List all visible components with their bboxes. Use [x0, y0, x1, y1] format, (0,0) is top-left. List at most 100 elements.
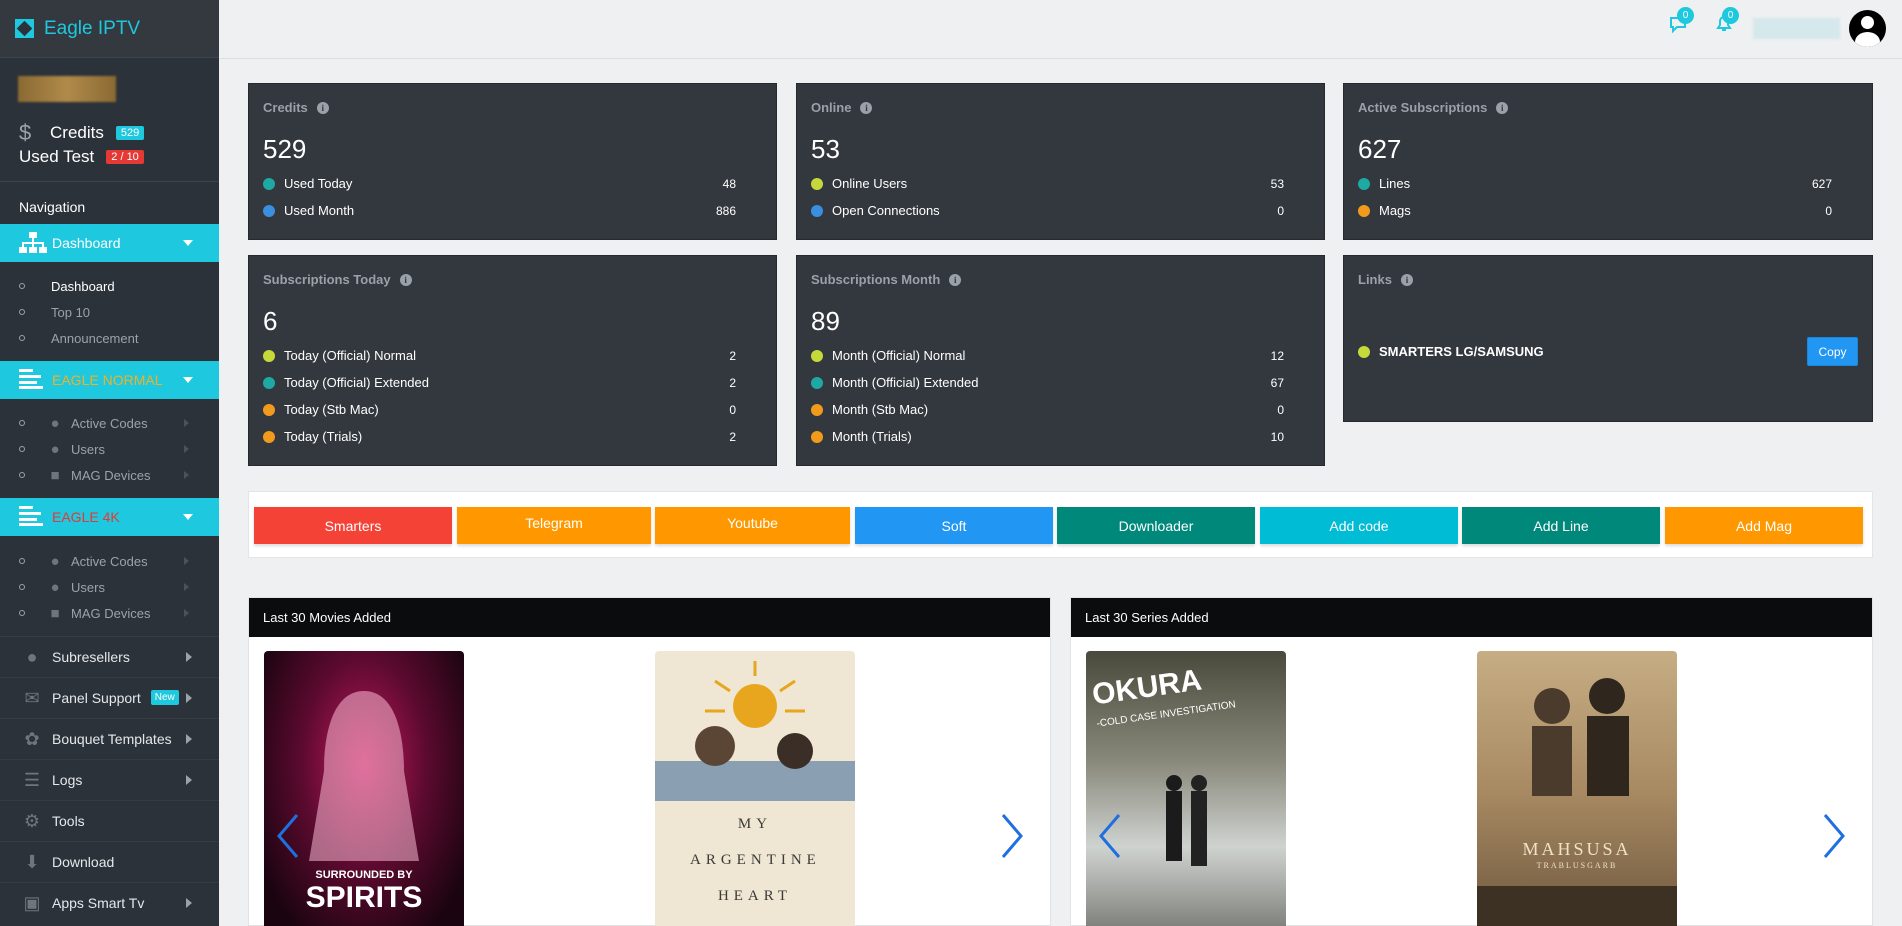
- card-subscriptions-today: Subscriptions Today i 6 Today (Official) …: [248, 255, 777, 466]
- dot-icon: [811, 349, 823, 362]
- copy-button[interactable]: Copy: [1807, 337, 1858, 366]
- bullet-icon: [19, 472, 25, 478]
- carousel-next-button[interactable]: [999, 813, 1025, 859]
- menu-logs[interactable]: ☰ Logs: [0, 759, 219, 799]
- stat-value: 53: [1270, 176, 1284, 191]
- submenu-item-announcement[interactable]: Announcement: [0, 325, 219, 351]
- notifications-button[interactable]: 0: [1714, 7, 1739, 36]
- dot-icon: [263, 177, 275, 190]
- bouquet-icon: ✿: [24, 728, 40, 749]
- caret-down-icon: [183, 377, 193, 383]
- dot-icon: [1358, 177, 1370, 190]
- bullet-icon: [19, 558, 25, 564]
- card-title-text: Subscriptions Month: [811, 272, 941, 287]
- card-title: Online i: [811, 100, 873, 115]
- menu-label: Panel Support: [52, 689, 141, 706]
- nav-section-eagle-normal[interactable]: EAGLE NORMAL: [0, 361, 219, 399]
- card-title: Subscriptions Month i: [811, 272, 962, 287]
- carousel-prev-button[interactable]: [275, 813, 301, 859]
- dot-icon: [1358, 345, 1370, 358]
- card-title-text: Online: [811, 100, 852, 115]
- movie-poster[interactable]: SURROUNDED BY SPIRITS: [264, 651, 464, 926]
- brand[interactable]: Eagle IPTV: [0, 0, 219, 58]
- submenu-label: Active Codes: [71, 415, 148, 431]
- carousel-prev-button[interactable]: [1097, 813, 1123, 859]
- nav-section-label: Dashboard: [52, 235, 121, 251]
- topbar: 0 0: [219, 0, 1902, 59]
- submenu-item-dashboard[interactable]: Dashboard: [0, 273, 219, 299]
- link-label: SMARTERS LG/SAMSUNG: [1379, 344, 1544, 359]
- menu-label: Apps Smart Tv: [52, 894, 145, 911]
- logo-icon: [15, 19, 34, 38]
- nav-section-label: EAGLE NORMAL: [52, 372, 163, 388]
- card-title-text: Subscriptions Today: [263, 272, 391, 287]
- user-avatar[interactable]: [1849, 10, 1886, 47]
- nav-section-dashboard[interactable]: Dashboard: [0, 224, 219, 262]
- align-left-icon: [19, 506, 49, 528]
- menu-tools[interactable]: ⚙ Tools: [0, 800, 219, 840]
- stat-row: Mags 0: [1358, 197, 1832, 224]
- poster-subtitle: TRABLUSGARB: [1536, 861, 1618, 870]
- nav-section-label: EAGLE 4K: [52, 509, 120, 525]
- menu-subresellers[interactable]: ● Subresellers: [0, 636, 219, 676]
- used-test-label: Used Test: [19, 147, 95, 166]
- info-icon[interactable]: i: [1496, 101, 1509, 114]
- submenu-item-mag-devices[interactable]: ■ MAG Devices: [0, 462, 219, 488]
- youtube-button[interactable]: Youtube: [655, 507, 850, 544]
- nav-section-eagle-4k[interactable]: EAGLE 4K: [0, 498, 219, 536]
- dot-icon: [811, 403, 823, 416]
- submenu-label: MAG Devices: [71, 605, 151, 621]
- movie-poster[interactable]: MY ARGENTINE HEART: [655, 651, 855, 926]
- info-icon[interactable]: i: [949, 273, 962, 286]
- user-lock-icon: ●: [50, 553, 60, 570]
- menu-apps-smart-tv[interactable]: ▣ Apps Smart Tv: [0, 882, 219, 922]
- submenu-item-users[interactable]: ● Users: [0, 574, 219, 600]
- chevron-right-icon: [186, 693, 192, 703]
- menu-bouquet-templates[interactable]: ✿ Bouquet Templates: [0, 718, 219, 758]
- dot-icon: [811, 376, 823, 389]
- downloader-button[interactable]: Downloader: [1057, 507, 1255, 544]
- movies-panel: Last 30 Movies Added SURROUNDED BY SPIRI…: [248, 597, 1051, 926]
- add-mag-button[interactable]: Add Mag: [1665, 507, 1863, 544]
- menu-panel-support[interactable]: ✉ Panel Support New: [0, 677, 219, 717]
- telegram-button[interactable]: Telegram: [457, 507, 651, 544]
- smarters-button[interactable]: Smarters: [254, 507, 452, 544]
- stat-value: 0: [1277, 203, 1284, 218]
- card-title: Credits i: [263, 100, 329, 115]
- series-poster[interactable]: MAHSUSA TRABLUSGARB: [1477, 651, 1677, 926]
- add-code-button[interactable]: Add code: [1260, 507, 1458, 544]
- user-icon: ●: [50, 579, 60, 596]
- carousel-next-button[interactable]: [1821, 813, 1847, 859]
- username-blurred[interactable]: [1753, 18, 1840, 39]
- stat-value: 2: [729, 429, 736, 444]
- soft-button[interactable]: Soft: [855, 507, 1053, 544]
- card-title-text: Links: [1358, 272, 1392, 287]
- submenu-item-top10[interactable]: Top 10: [0, 299, 219, 325]
- poster-title: SPIRITS: [305, 881, 423, 914]
- messages-count: 0: [1677, 7, 1694, 24]
- new-badge: New: [150, 690, 179, 705]
- info-icon[interactable]: i: [399, 273, 412, 286]
- used-test-badge: 2 / 10: [106, 150, 144, 164]
- dot-icon: [263, 349, 275, 362]
- submenu-item-mag-devices[interactable]: ■ MAG Devices: [0, 600, 219, 626]
- info-icon[interactable]: i: [860, 101, 873, 114]
- info-icon[interactable]: i: [316, 101, 329, 114]
- card-value: 53: [811, 134, 840, 164]
- submenu-item-active-codes[interactable]: ● Active Codes: [0, 410, 219, 436]
- download-icon: ⬇: [24, 851, 40, 872]
- messages-button[interactable]: 0: [1669, 7, 1694, 36]
- info-icon[interactable]: i: [1400, 273, 1413, 286]
- device-icon: ■: [50, 467, 60, 484]
- card-value: 529: [263, 134, 307, 164]
- stat-row: Month (Stb Mac) 0: [811, 396, 1284, 423]
- series-poster[interactable]: OKURA -COLD CASE INVESTIGATION: [1086, 651, 1286, 926]
- card-title: Subscriptions Today i: [263, 272, 412, 287]
- menu-download[interactable]: ⬇ Download: [0, 841, 219, 881]
- dot-icon: [263, 430, 275, 443]
- dot-icon: [811, 204, 823, 217]
- server-icon: ☰: [23, 769, 41, 790]
- submenu-item-active-codes[interactable]: ● Active Codes: [0, 548, 219, 574]
- add-line-button[interactable]: Add Line: [1462, 507, 1660, 544]
- submenu-item-users[interactable]: ● Users: [0, 436, 219, 462]
